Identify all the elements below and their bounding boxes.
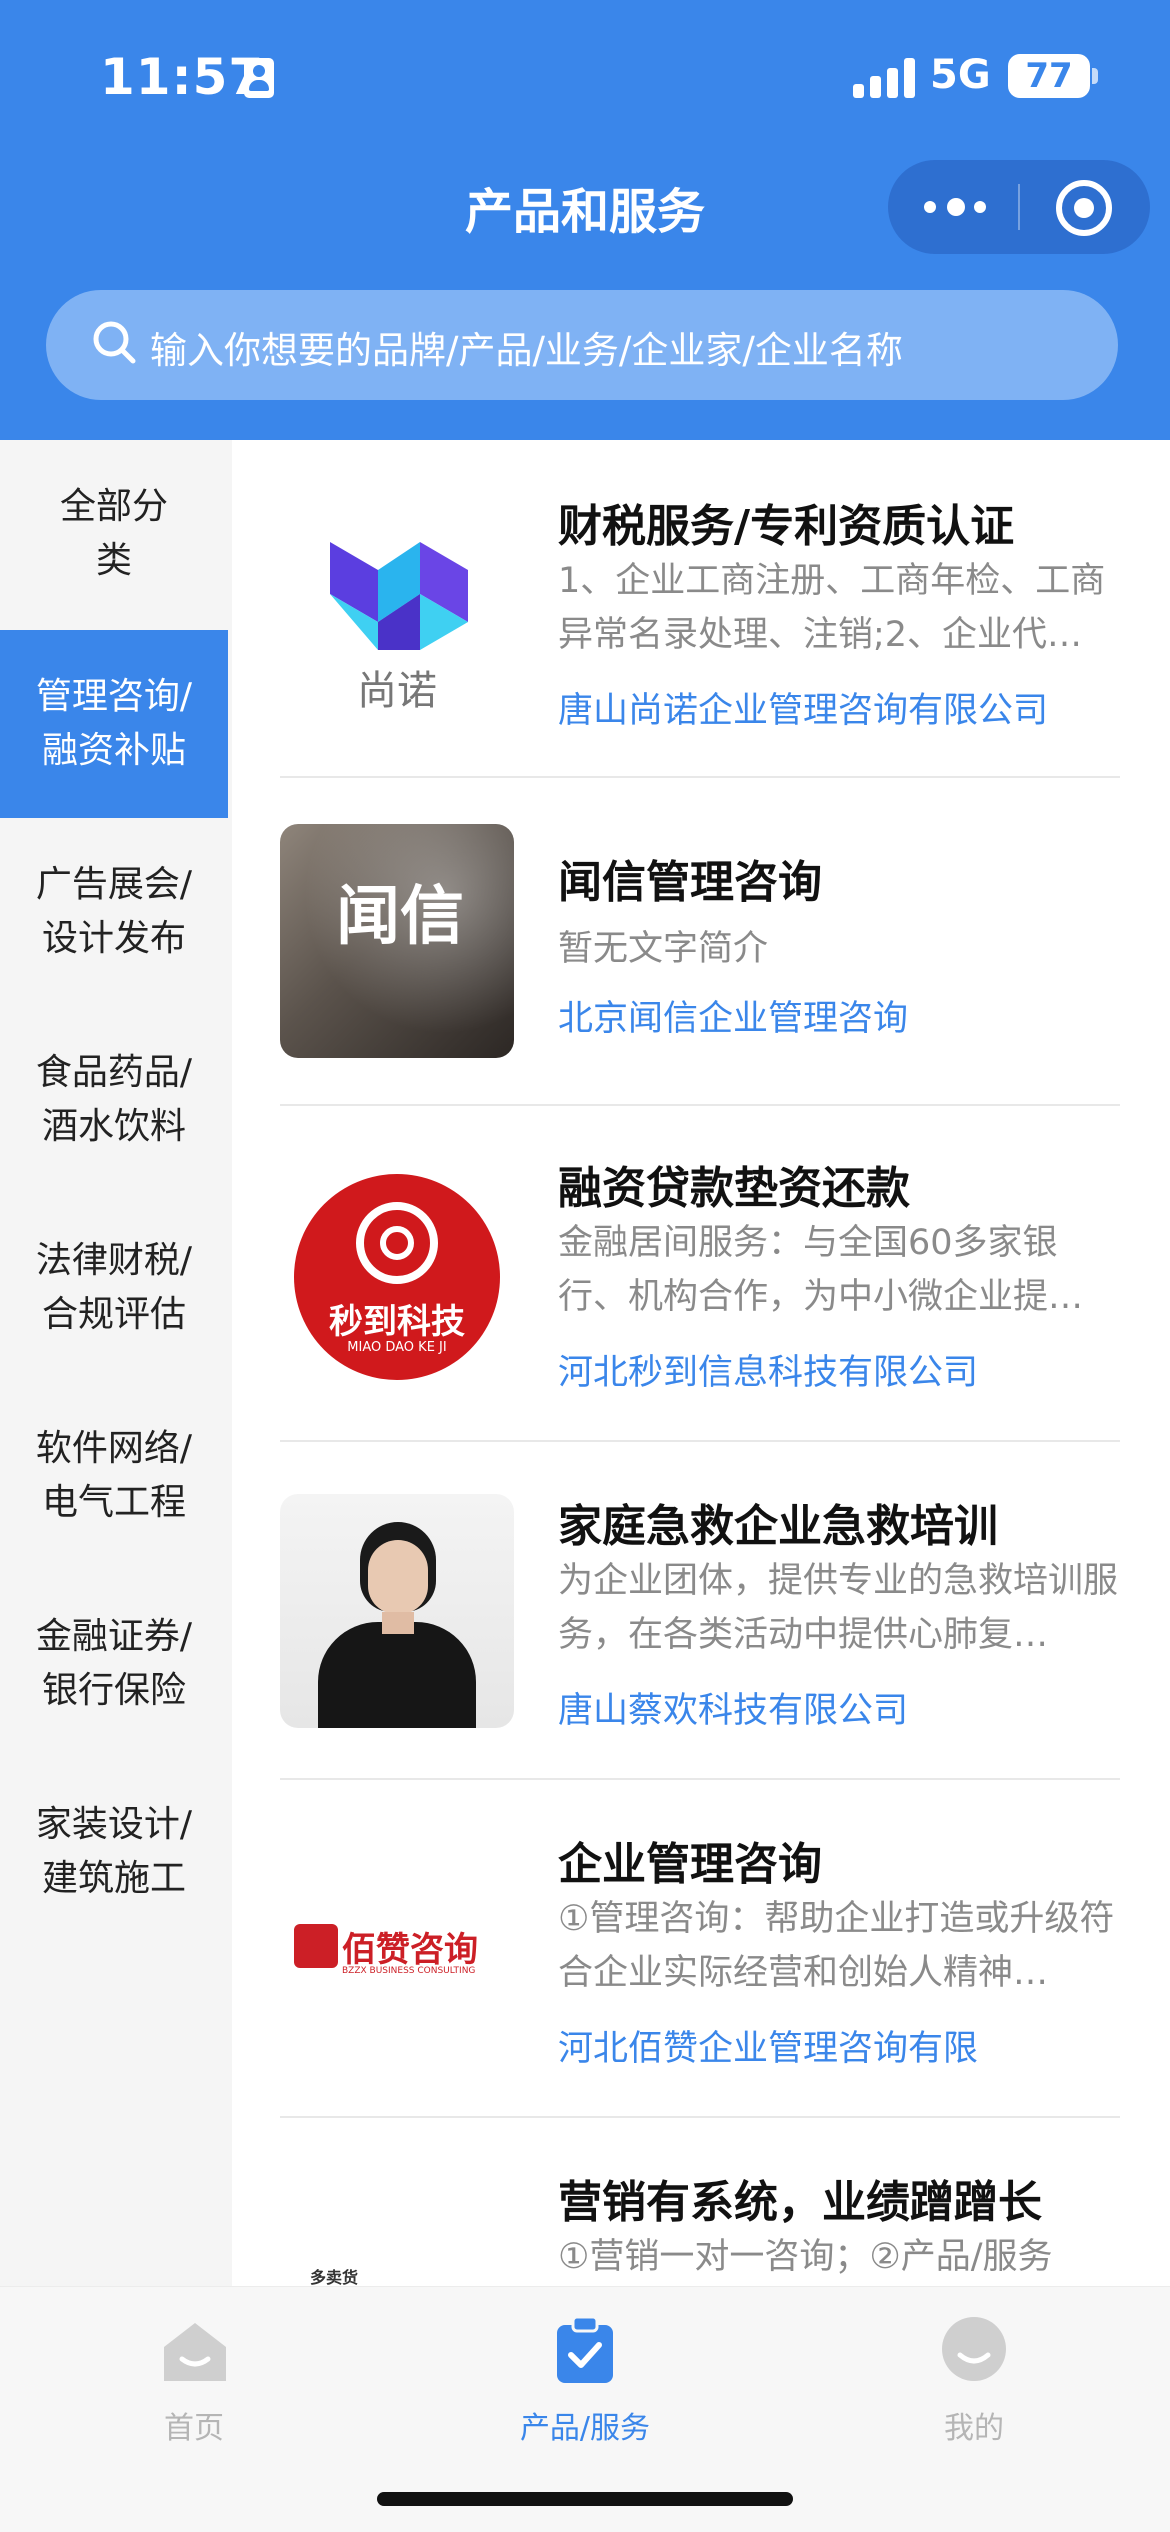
- category-sidebar: 全部分类 管理咨询/融资补贴 广告展会/设计发布 食品药品/酒水饮料 法律财税/…: [0, 440, 232, 2290]
- product-title: 闻信管理咨询: [558, 857, 822, 908]
- logo-text: 闻信: [336, 880, 464, 954]
- battery-icon: 77: [1008, 54, 1090, 98]
- product-list: 尚诺 财税服务/专利资质认证 1、企业工商注册、工商年检、工商异常名录处理、注销…: [232, 440, 1170, 2290]
- tab-mine[interactable]: 我的: [844, 2307, 1104, 2447]
- product-title: 企业管理咨询: [558, 1839, 822, 1890]
- product-description: 1、企业工商注册、工商年检、工商异常名录处理、注销;2、企业代…: [558, 561, 1106, 655]
- tab-label: 我的: [944, 2411, 1004, 2446]
- product-description: ①管理咨询：帮助企业打造或升级符合企业实际经营和创始人精神…: [558, 1899, 1115, 1993]
- sidebar-item-label: 法律财税/合规评估: [35, 1240, 193, 1335]
- sidebar-item-home-design[interactable]: 家装设计/建筑施工: [0, 1758, 228, 1946]
- battery-level: 77: [1025, 56, 1073, 96]
- clipboard-check-icon: [557, 2315, 613, 2383]
- sidebar-item-legal-tax[interactable]: 法律财税/合规评估: [0, 1194, 228, 1382]
- home-indicator: [377, 2492, 793, 2506]
- product-title: 融资贷款垫资还款: [558, 1163, 910, 1214]
- sidebar-item-label: 家装设计/建筑施工: [35, 1804, 193, 1899]
- product-description: 暂无文字简介: [558, 929, 769, 969]
- home-icon: [164, 2323, 226, 2381]
- logo-text: 多卖货: [310, 2268, 359, 2287]
- product-card[interactable]: 家庭急救企业急救培训 为企业团体，提供专业的急救培训服务，在各类活动中提供心肺复…: [280, 1490, 1152, 1780]
- search-icon: [93, 321, 136, 364]
- signal-icon: [853, 58, 915, 98]
- baizan-logo-icon: [294, 1924, 338, 1968]
- brand-logo: 多卖货: [280, 2170, 514, 2290]
- product-title: 财税服务/专利资质认证: [558, 501, 1015, 552]
- miniprogram-capsule: [888, 160, 1150, 254]
- sidebar-item-finance[interactable]: 金融证券/银行保险: [0, 1570, 228, 1758]
- sidebar-item-label: 全部分类: [59, 486, 168, 581]
- person-icon: [244, 58, 274, 98]
- sidebar-item-label: 食品药品/酒水饮料: [35, 1052, 193, 1147]
- logo-text: 尚诺: [357, 668, 437, 714]
- divider: [280, 2116, 1120, 2118]
- divider: [280, 776, 1120, 778]
- sidebar-item-label: 金融证券/银行保险: [35, 1616, 193, 1711]
- divider: [280, 1440, 1120, 1442]
- sidebar-item-label: 管理咨询/融资补贴: [35, 676, 193, 771]
- more-icon[interactable]: [924, 195, 988, 219]
- company-link[interactable]: 唐山尚诺企业管理咨询有限公司: [558, 682, 1048, 733]
- product-description: 金融居间服务：与全国60多家银行、机构合作，为中小微企业提…: [558, 1223, 1084, 1317]
- company-link[interactable]: 河北秒到信息科技有限公司: [558, 1344, 978, 1395]
- battery-cap: [1092, 68, 1098, 84]
- logo-subtext: BZZX BUSINESS CONSULTING: [342, 1966, 476, 1976]
- product-card[interactable]: 佰赞咨询 BZZX BUSINESS CONSULTING 企业管理咨询 ①管理…: [280, 1828, 1152, 2118]
- person-photo: [280, 1494, 514, 1728]
- status-time: 11:57: [100, 48, 265, 106]
- company-link[interactable]: 河北佰赞企业管理咨询有限: [558, 2020, 978, 2071]
- product-card[interactable]: 闻信 闻信管理咨询 暂无文字简介 北京闻信企业管理咨询: [280, 824, 1152, 1114]
- network-type: 5G: [930, 52, 991, 98]
- sidebar-item-all[interactable]: 全部分类: [0, 440, 228, 628]
- company-link[interactable]: 唐山蔡欢科技有限公司: [558, 1682, 908, 1733]
- logo-subtext: MIAO DAO KE JI: [347, 1340, 447, 1355]
- profile-icon: [942, 2317, 1006, 2381]
- product-card[interactable]: 多卖货 营销有系统，业绩蹭蹭长 ①营销一对一咨询；②产品/服务: [280, 2166, 1152, 2290]
- capsule-divider: [1018, 184, 1020, 230]
- product-card[interactable]: 尚诺 财税服务/专利资质认证 1、企业工商注册、工商年检、工商异常名录处理、注销…: [280, 486, 1152, 786]
- tab-label: 首页: [164, 2411, 224, 2446]
- company-link[interactable]: 北京闻信企业管理咨询: [558, 990, 908, 1041]
- sidebar-item-food-drugs[interactable]: 食品药品/酒水饮料: [0, 1006, 228, 1194]
- brand-logo: 佰赞咨询 BZZX BUSINESS CONSULTING: [280, 1832, 514, 2066]
- brand-logo: 闻信: [280, 824, 514, 1058]
- top-header: 11:57 5G 77 产品和服务 输入你想要的品牌/产品/业务/企业家/企业名…: [0, 0, 1170, 440]
- product-description: 为企业团体，提供专业的急救培训服务，在各类活动中提供心肺复…: [558, 1561, 1118, 1655]
- divider: [280, 1104, 1120, 1106]
- sidebar-item-management-consulting[interactable]: 管理咨询/融资补贴: [0, 630, 228, 818]
- divider: [280, 1778, 1120, 1780]
- logo-text: 佰赞咨询: [342, 1930, 478, 1970]
- tab-label: 产品/服务: [519, 2411, 651, 2446]
- logo-text: 秒到科技: [329, 1302, 465, 1342]
- product-title: 家庭急救企业急救培训: [558, 1501, 998, 1552]
- tab-home[interactable]: 首页: [64, 2307, 324, 2447]
- search-input[interactable]: 输入你想要的品牌/产品/业务/企业家/企业名称: [150, 320, 903, 374]
- close-miniprogram-icon[interactable]: [1056, 180, 1112, 236]
- sidebar-item-label: 软件网络/电气工程: [35, 1428, 193, 1523]
- search-bar[interactable]: 输入你想要的品牌/产品/业务/企业家/企业名称: [46, 290, 1118, 400]
- brand-logo: 秒到科技 MIAO DAO KE JI: [280, 1160, 514, 1394]
- product-card[interactable]: 秒到科技 MIAO DAO KE JI 融资贷款垫资还款 金融居间服务：与全国6…: [280, 1152, 1152, 1442]
- tab-products-services[interactable]: 产品/服务: [455, 2307, 715, 2447]
- sidebar-item-software[interactable]: 软件网络/电气工程: [0, 1382, 228, 1570]
- miaodao-logo-icon: 秒到科技 MIAO DAO KE JI: [294, 1174, 500, 1380]
- brand-logo: 尚诺: [280, 502, 514, 736]
- sidebar-item-label: 广告展会/设计发布: [35, 864, 193, 959]
- product-description: ①营销一对一咨询；②产品/服务: [558, 2237, 1053, 2277]
- sidebar-item-advertising[interactable]: 广告展会/设计发布: [0, 818, 228, 1006]
- product-title: 营销有系统，业绩蹭蹭长: [558, 2177, 1042, 2228]
